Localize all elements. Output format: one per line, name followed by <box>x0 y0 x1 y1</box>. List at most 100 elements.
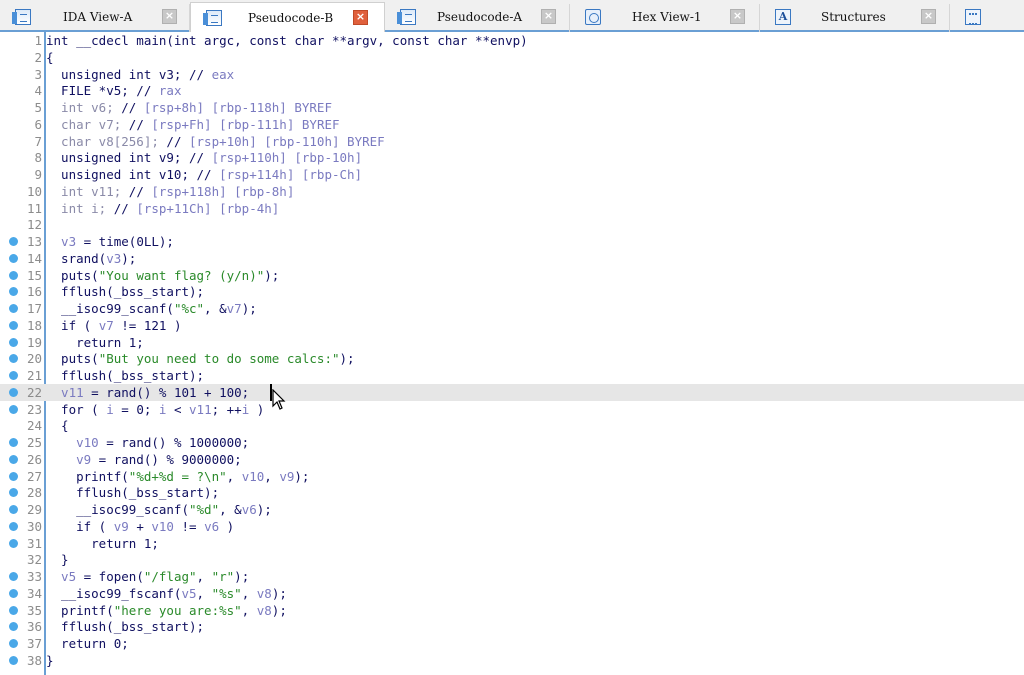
line-number: 31 <box>26 535 42 551</box>
code-text: v11 = rand() % 101 + 100; <box>46 384 249 401</box>
code-token-var: v9 <box>113 518 129 534</box>
mouse-pointer-icon <box>272 389 286 410</box>
code-token-kw: // <box>113 200 137 216</box>
line-number: 7 <box>34 133 42 149</box>
close-icon[interactable]: × <box>541 9 556 24</box>
code-line[interactable]: 37 return 0; <box>0 635 1024 652</box>
code-token-var: v8 <box>256 602 272 618</box>
code-token-kw: unsigned int v9; // <box>46 150 212 166</box>
code-line[interactable]: 6 char v7; // [rsp+Fh] [rbp-111h] BYREF <box>0 116 1024 133</box>
line-number: 20 <box>26 351 42 367</box>
code-line[interactable]: 38} <box>0 652 1024 669</box>
code-line[interactable]: 21 fflush(_bss_start); <box>0 367 1024 384</box>
code-token-kw: ); <box>339 351 355 367</box>
line-number: 3 <box>34 66 42 82</box>
code-text: v3 = time(0LL); <box>46 233 174 250</box>
line-number: 5 <box>34 100 42 115</box>
code-line[interactable]: 25 v10 = rand() % 1000000; <box>0 434 1024 451</box>
code-line[interactable]: 24 { <box>0 417 1024 434</box>
close-icon[interactable]: × <box>162 9 177 24</box>
code-text: printf("%d+%d = ?\n", v10, v9); <box>46 468 309 485</box>
code-line[interactable]: 10 int v11; // [rsp+118h] [rbp-8h] <box>0 183 1024 200</box>
line-number: 14 <box>26 250 42 266</box>
code-token-kw: < <box>166 401 190 417</box>
tab-pseudocode-a[interactable]: Pseudocode-A × <box>385 4 570 32</box>
code-token-dim: int v6; <box>46 100 122 115</box>
code-token-cmt: [rsp+8h] [rbp-118h] BYREF <box>143 100 332 115</box>
code-line[interactable]: 1 int __cdecl main(int argc, const char *… <box>0 32 1024 49</box>
close-icon[interactable]: × <box>730 9 745 24</box>
code-token-kw: fflush(_bss_start); <box>46 284 205 300</box>
code-line[interactable]: 2{ <box>0 49 1024 66</box>
code-token-var: v6 <box>241 502 257 517</box>
code-line[interactable]: 35 printf("here you are:%s", v8); <box>0 602 1024 619</box>
code-token-kw: ); <box>264 267 280 283</box>
code-line[interactable]: 5 int v6; // [rsp+8h] [rbp-118h] BYREF <box>0 99 1024 116</box>
pseudocode-editor[interactable]: 1 int __cdecl main(int argc, const char *… <box>0 32 1024 675</box>
code-text: __isoc99_scanf("%c", &v7); <box>46 300 257 317</box>
code-line[interactable]: 20 puts("But you need to do some calcs:"… <box>0 350 1024 367</box>
code-line[interactable]: 18 if ( v7 != 121 ) <box>0 317 1024 334</box>
code-text: } <box>46 551 69 568</box>
close-icon[interactable]: × <box>353 10 368 25</box>
code-text: fflush(_bss_start); <box>46 484 219 501</box>
code-line[interactable]: 23 for ( i = 0; i < v11; ++i ) <box>0 401 1024 418</box>
code-token-var: v7 <box>98 317 114 333</box>
code-line[interactable]: 19 return 1; <box>0 334 1024 351</box>
code-line[interactable]: 22 v11 = rand() % 101 + 100; <box>0 383 1024 401</box>
code-token-var: v3 <box>46 234 77 249</box>
tab-label: Hex View-1 <box>632 10 702 24</box>
code-line[interactable]: 9 unsigned int v10; // [rsp+114h] [rbp-C… <box>0 166 1024 183</box>
code-token-kw: // <box>166 133 189 149</box>
line-number: 9 <box>34 167 42 182</box>
line-number: 19 <box>26 334 42 350</box>
code-token-kw: , <box>226 468 242 484</box>
code-token-str: "%d+%d = ?\n" <box>128 468 227 484</box>
code-line[interactable]: 12 <box>0 216 1024 233</box>
code-line[interactable]: 4 FILE *v5; // rax <box>0 82 1024 99</box>
code-line[interactable]: 27 printf("%d+%d = ?\n", v10, v9); <box>0 468 1024 485</box>
code-line[interactable]: 3 unsigned int v3; // eax <box>0 66 1024 83</box>
code-line[interactable]: 32 } <box>0 551 1024 568</box>
code-token-kw: , <box>196 569 212 584</box>
tab-hex-view-1[interactable]: Hex View-1 × <box>570 4 760 32</box>
code-line[interactable]: 14 srand(v3); <box>0 250 1024 267</box>
tab-bar: IDA View-A × Pseudocode-B × Pseudocode-A… <box>0 0 1024 32</box>
code-line[interactable]: 28 fflush(_bss_start); <box>0 484 1024 501</box>
code-line[interactable]: 29 __isoc99_scanf("%d", &v6); <box>0 501 1024 518</box>
line-number: 32 <box>26 552 42 568</box>
line-number: 1 <box>34 33 42 48</box>
tab-pseudocode-b[interactable]: Pseudocode-B × <box>190 2 385 32</box>
close-icon[interactable]: × <box>921 9 936 24</box>
code-token-kw: if ( <box>46 518 114 534</box>
code-token-kw: // <box>128 116 152 132</box>
code-line[interactable]: 7 char v8[256]; // [rsp+10h] [rbp-110h] … <box>0 133 1024 150</box>
tab-ida-view-a[interactable]: IDA View-A × <box>0 4 190 32</box>
document-list-icon <box>397 9 416 25</box>
code-line[interactable]: 16 fflush(_bss_start); <box>0 283 1024 300</box>
tab-enums[interactable] <box>950 4 1024 32</box>
code-line[interactable]: 13 v3 = time(0LL); <box>0 233 1024 250</box>
code-token-cmt: eax <box>211 66 235 82</box>
line-number: 13 <box>26 234 42 249</box>
code-line[interactable]: 34 __isoc99_fscanf(v5, "%s", v8); <box>0 585 1024 602</box>
tab-structures[interactable]: A Structures × <box>760 4 950 32</box>
code-line[interactable]: 26 v9 = rand() % 9000000; <box>0 451 1024 468</box>
code-line[interactable]: 30 if ( v9 + v10 != v6 ) <box>0 518 1024 535</box>
code-line[interactable]: 17 __isoc99_scanf("%c", &v7); <box>0 300 1024 317</box>
line-number: 23 <box>26 401 42 417</box>
code-token-var: v9 <box>279 468 295 484</box>
code-line[interactable]: 31 return 1; <box>0 535 1024 552</box>
code-line[interactable]: 11 int i; // [rsp+11Ch] [rbp-4h] <box>0 200 1024 217</box>
code-text: return 1; <box>46 334 144 351</box>
code-line[interactable]: 36 fflush(_bss_start); <box>0 618 1024 635</box>
code-token-cmt: [rsp+118h] [rbp-8h] <box>151 183 295 199</box>
line-number: 16 <box>26 284 42 300</box>
code-line[interactable]: 33 v5 = fopen("/flag", "r"); <box>0 568 1024 585</box>
code-token-var: v9 <box>46 451 92 467</box>
code-line[interactable]: 15 puts("You want flag? (y/n)"); <box>0 267 1024 284</box>
code-text: { <box>46 49 54 66</box>
code-line[interactable]: 8 unsigned int v9; // [rsp+110h] [rbp-10… <box>0 149 1024 166</box>
line-number: 11 <box>26 200 42 216</box>
code-token-kw: { <box>46 418 69 434</box>
